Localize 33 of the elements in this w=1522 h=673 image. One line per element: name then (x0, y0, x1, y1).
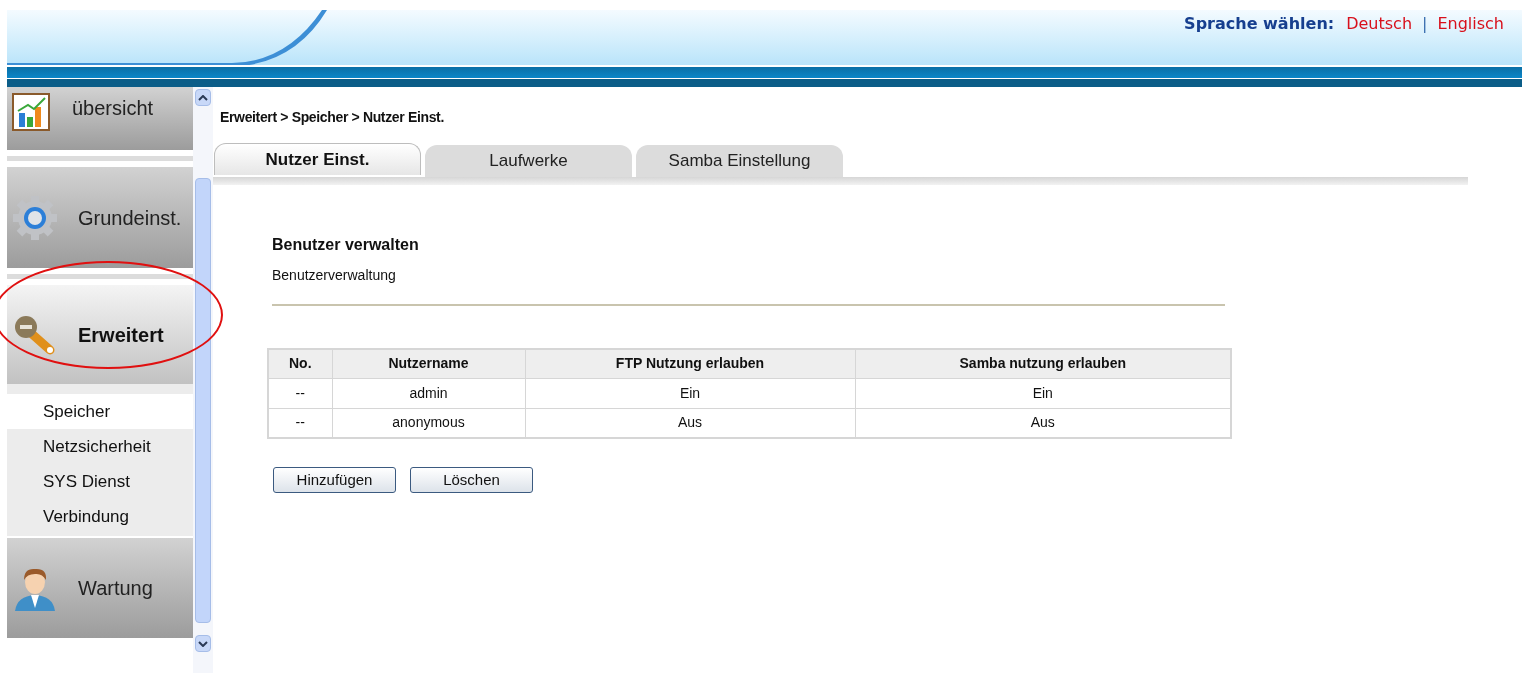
column-header: No. (268, 349, 332, 378)
sidebar-section[interactable]: Erweitert (7, 285, 193, 384)
sidebar-section[interactable]: übersicht (7, 87, 193, 150)
bar-chart-icon (12, 93, 52, 133)
chevron-up-icon (198, 94, 208, 101)
table-cell: -- (268, 378, 332, 408)
chevron-down-icon (198, 640, 208, 647)
tab[interactable]: Nutzer Einst. (214, 143, 421, 175)
submenu-item[interactable]: Netzsicherheit (7, 429, 193, 464)
section-title: Benutzer verwalten (272, 235, 420, 255)
action-button[interactable]: Löschen (410, 467, 533, 493)
sidebar-section[interactable]: Wartung (7, 538, 193, 638)
separator: | (1422, 13, 1428, 35)
tab[interactable]: Laufwerke (425, 145, 632, 177)
table-cell: admin (332, 378, 525, 408)
scroll-down-button[interactable] (195, 635, 211, 652)
language-label: Sprache wählen: (1184, 13, 1335, 35)
sidebar-section[interactable]: Grundeinst. (7, 167, 193, 268)
scroll-thumb[interactable] (195, 178, 211, 623)
tab[interactable]: Samba Einstellung (636, 145, 843, 177)
scroll-up-button[interactable] (195, 89, 211, 106)
table-cell: Ein (525, 378, 855, 408)
submenu-item[interactable]: SYS Dienst (7, 464, 193, 499)
section-subtitle: Benutzerverwaltung (272, 266, 397, 285)
scrollbar[interactable] (193, 87, 213, 673)
submenu-item[interactable]: Speicher (7, 394, 193, 429)
column-header: FTP Nutzung erlauben (525, 349, 855, 378)
language-link[interactable]: Deutsch (1346, 12, 1413, 36)
submenu-item[interactable]: Verbindung (7, 499, 193, 534)
action-button[interactable]: Hinzufügen (273, 467, 396, 493)
column-header: Nutzername (332, 349, 525, 378)
breadcrumb: Erweitert > Speicher > Nutzer Einst. (219, 108, 445, 127)
language-link[interactable]: Englisch (1437, 12, 1504, 36)
